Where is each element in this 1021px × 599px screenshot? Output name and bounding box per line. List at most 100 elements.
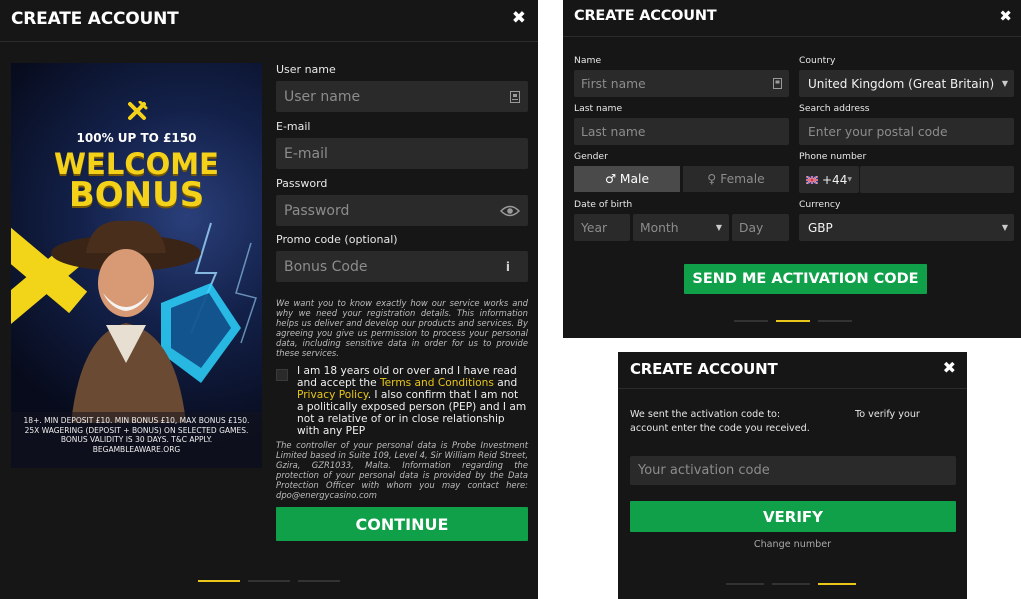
day-select[interactable]: Day [732,214,789,241]
last-name-input[interactable]: Last name [574,118,789,145]
day-placeholder: Day [739,220,764,235]
close-icon[interactable]: ✖ [512,8,526,28]
email-label: E-mail [276,120,311,133]
first-name-placeholder: First name [581,76,646,91]
phone-label: Phone number [799,151,867,162]
email-placeholder: E-mail [284,145,328,162]
chevron-down-icon: ▼ [715,223,722,232]
month-select[interactable]: Month ▼ [633,214,729,241]
eye-icon[interactable] [500,205,520,217]
chevron-down-icon: ▼ [1001,223,1008,232]
continue-button[interactable]: CONTINUE [276,507,528,541]
country-select[interactable]: United Kingdom (Great Britain) ▼ [799,70,1014,97]
phone-number-input[interactable] [860,166,1014,193]
year-placeholder: Year [581,220,608,235]
sparkle-icon [128,101,148,120]
activation-code-placeholder: Your activation code [638,463,770,478]
currency-value: GBP [808,220,833,235]
verify-button[interactable]: VERIFY [630,501,956,532]
promo-headline-bonus: BONUS [68,175,205,215]
step-dot [298,580,340,582]
create-account-step-2: CREATE ACCOUNT ✖ Name First name Last na… [563,0,1021,338]
agree-checkbox[interactable] [276,369,288,381]
password-placeholder: Password [284,202,350,219]
chevron-down-icon: ▼ [847,176,852,183]
id-card-icon [773,78,782,89]
bonus-terms-line: 25X WAGERING (DEPOSIT + BONUS) ON SELECT… [24,425,249,435]
promo-code-placeholder: Bonus Code [284,258,368,275]
privacy-policy-link[interactable]: Privacy Policy [297,389,368,401]
sent-text-line1: We sent the activation code to: [630,409,781,420]
modal-header: CREATE ACCOUNT ✖ [563,0,1021,37]
terms-link[interactable]: Terms and Conditions [380,377,494,389]
username-label: User name [276,63,336,76]
id-card-icon [510,90,520,103]
bonus-terms-line: BONUS VALIDITY IS 30 DAYS. T&C APPLY. [60,435,213,444]
dob-label: Date of birth [574,199,633,210]
create-account-step-3: CREATE ACCOUNT ✖ We sent the activation … [618,352,967,599]
step-dot [818,583,856,585]
modal-header: CREATE ACCOUNT ✖ [0,0,538,42]
agreement-text: I am 18 years old or over and I have rea… [297,365,528,437]
privacy-notice: We want you to know exactly how our serv… [276,298,528,358]
month-placeholder: Month [640,220,679,235]
password-input[interactable]: Password [276,195,528,226]
promo-headline-top: 100% UP TO £150 [76,131,197,145]
username-input[interactable]: User name [276,81,528,112]
promo-illustration [11,220,257,423]
country-value: United Kingdom (Great Britain) [808,76,995,91]
gender-label: Gender [574,151,608,162]
currency-label: Currency [799,199,841,210]
send-activation-code-button[interactable]: SEND ME ACTIVATION CODE [684,264,927,294]
change-number-link[interactable]: Change number [618,538,967,552]
step-dot [726,583,764,585]
close-icon[interactable]: ✖ [999,7,1012,25]
uk-flag-icon [806,175,818,184]
currency-select[interactable]: GBP ▼ [799,214,1014,241]
step-dot [772,583,810,585]
step-dot [734,320,768,322]
welcome-bonus-banner: 100% UP TO £150 WELCOME BONUS 18+. MIN D… [11,63,262,468]
sent-text-line2: account enter the code you received. [630,423,810,434]
gender-female-button[interactable]: ♀ Female [683,166,789,192]
activation-code-input[interactable]: Your activation code [630,456,956,485]
sent-text-right: To verify your [855,409,920,420]
data-controller-notice: The controller of your personal data is … [276,440,528,500]
modal-title: CREATE ACCOUNT [574,8,717,24]
username-placeholder: User name [284,88,361,105]
create-account-step-1: CREATE ACCOUNT ✖ 100% UP TO £150 WELCOME… [0,0,538,599]
step-dot [818,320,852,322]
step-indicator [734,320,852,322]
last-name-placeholder: Last name [581,124,646,139]
chevron-down-icon: ▼ [1001,79,1008,88]
step-dot [776,320,810,322]
name-label: Name [574,55,602,66]
bonus-terms-line: 18+. MIN DEPOSIT £10. MIN BONUS £10, MAX… [23,416,250,425]
gender-male-button[interactable]: ♂ Male [574,166,680,192]
info-icon[interactable]: i [506,260,510,274]
first-name-input[interactable]: First name [574,70,789,97]
step-dot [198,580,240,582]
last-name-label: Last name [574,103,623,114]
email-input[interactable]: E-mail [276,138,528,169]
address-placeholder: Enter your postal code [808,124,948,139]
modal-header: CREATE ACCOUNT ✖ [618,352,967,389]
bonus-terms-line: BEGAMBLEAWARE.ORG [92,444,181,454]
step-indicator [726,583,856,585]
close-icon[interactable]: ✖ [943,358,956,377]
promo-code-label: Promo code (optional) [276,233,398,246]
modal-title: CREATE ACCOUNT [11,9,179,29]
address-search-input[interactable]: Enter your postal code [799,118,1014,145]
address-label: Search address [799,103,870,114]
password-label: Password [276,177,328,190]
bonus-terms: 18+. MIN DEPOSIT £10. MIN BONUS £10, MAX… [11,412,262,468]
year-select[interactable]: Year [574,214,630,241]
step-dot [248,580,290,582]
phone-code: +44 [822,172,848,187]
agreement-and: and [493,377,518,389]
country-label: Country [799,55,836,66]
step-indicator [198,580,340,582]
phone-country-code-select[interactable]: +44 ▼ [799,166,859,193]
modal-title: CREATE ACCOUNT [630,360,778,378]
promo-code-input[interactable]: Bonus Code i [276,251,528,282]
